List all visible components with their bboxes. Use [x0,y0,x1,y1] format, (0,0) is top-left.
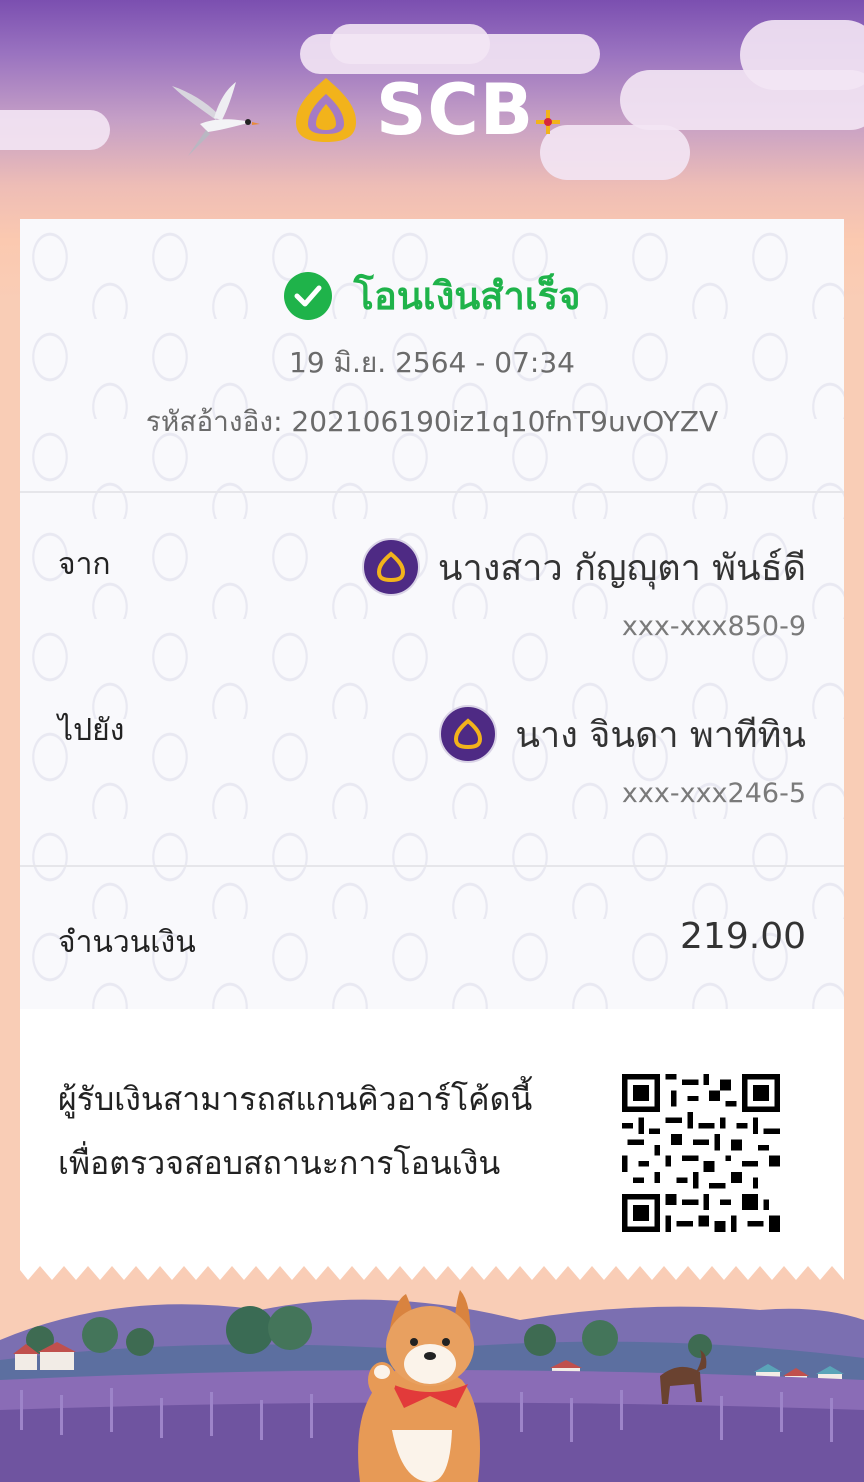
divider [20,865,844,867]
brand-name: SCB [376,69,535,151]
bird-icon [172,82,260,156]
status-header: โอนเงินสำเร็จ [20,265,844,326]
cloud [330,24,490,64]
sparkle-icon [536,110,560,134]
amount-value: 219.00 [680,916,806,957]
scb-logo: SCB [290,70,570,150]
cloud [740,20,864,90]
qr-note-line2: เพื่อตรวจสอบสถานะการโอนเงิน [58,1144,501,1182]
to-party: นาง จินดา พาทีทิน [439,705,806,763]
scb-bank-icon [361,538,420,596]
status-title: โอนเงินสำเร็จ [353,274,581,318]
qr-code[interactable] [622,1074,780,1232]
qr-note-line1: ผู้รับเงินสามารถสแกนคิวอาร์โค้ดนี้ [58,1080,533,1118]
cloud [0,110,110,150]
scb-bank-icon [439,705,498,763]
to-account: xxx-xxx246-5 [621,778,806,809]
from-name: นางสาว กัญญุตา พันธ์ดี [437,547,806,589]
divider [20,491,844,493]
amount-label: จำนวนเงิน [58,925,196,960]
receipt-card: โอนเงินสำเร็จ 19 มิ.ย. 2564 - 07:34 รหัส… [20,219,844,1259]
lavender-field-illustration [0,1290,864,1482]
from-label: จาก [58,547,111,582]
transaction-datetime: 19 มิ.ย. 2564 - 07:34 [289,346,575,379]
success-check-icon [283,271,332,320]
receipt-zigzag-edge [20,1258,844,1280]
from-party: นางสาว กัญญุตา พันธ์ดี [361,538,806,596]
from-account: xxx-xxx850-9 [621,611,806,642]
scb-emblem-icon [296,78,356,142]
to-name: นาง จินดา พาทีทิน [515,714,806,756]
reference-number: รหัสอ้างอิง: 202106190iz1q10fnT9uvOYZV [145,405,719,438]
to-label: ไปยัง [58,713,125,748]
qr-note: ผู้รับเงินสามารถสแกนคิวอาร์โค้ดนี้ เพื่อ… [58,1067,578,1195]
